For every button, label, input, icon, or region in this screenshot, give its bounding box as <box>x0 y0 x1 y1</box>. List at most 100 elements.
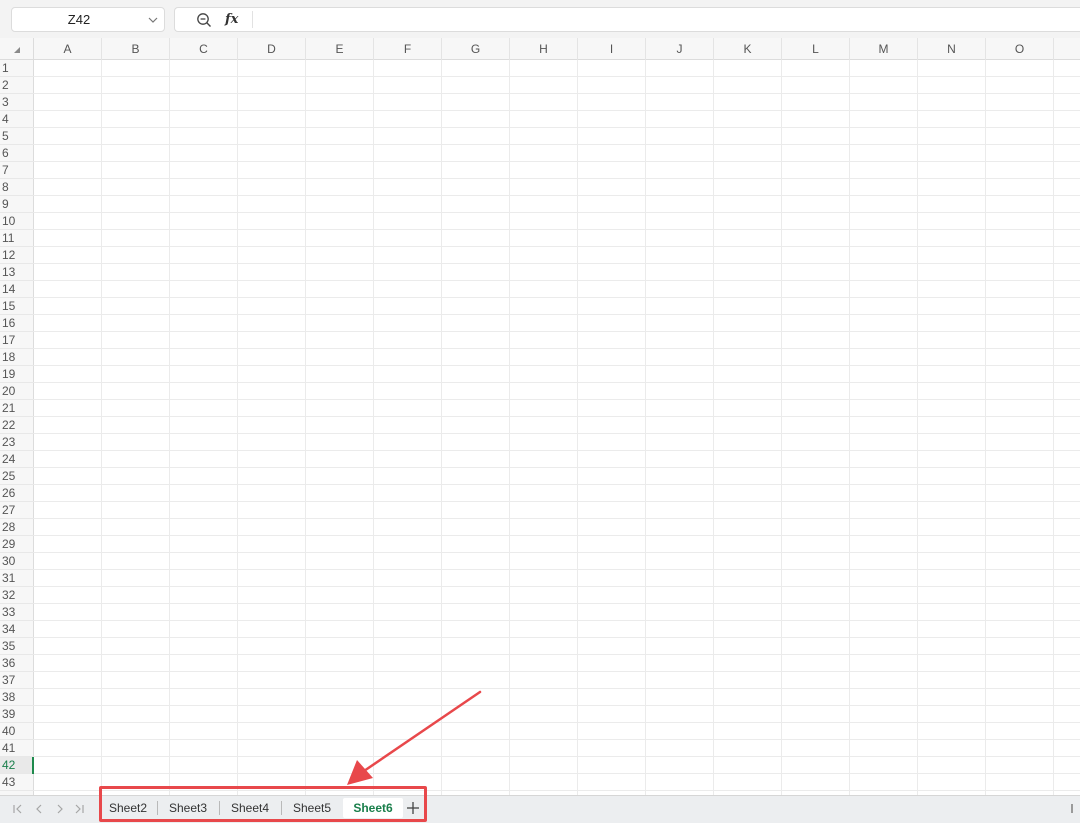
name-box[interactable]: Z42 <box>11 7 165 32</box>
column-headers: ABCDEFGHIJKLMNO <box>34 38 1080 60</box>
column-header-b[interactable]: B <box>102 38 170 60</box>
gridline-horizontal <box>34 348 1080 349</box>
row-header-5[interactable]: 5 <box>0 128 34 145</box>
gridline-horizontal <box>34 263 1080 264</box>
row-header-2[interactable]: 2 <box>0 77 34 94</box>
gridline-horizontal <box>34 280 1080 281</box>
row-header-4[interactable]: 4 <box>0 111 34 128</box>
row-header-1[interactable]: 1 <box>0 60 34 77</box>
row-header-24[interactable]: 24 <box>0 451 34 468</box>
row-header-22[interactable]: 22 <box>0 417 34 434</box>
tab-divider <box>281 801 282 815</box>
formula-divider <box>252 11 253 28</box>
column-header-d[interactable]: D <box>238 38 306 60</box>
row-header-43[interactable]: 43 <box>0 774 34 791</box>
row-header-23[interactable]: 23 <box>0 434 34 451</box>
row-header-21[interactable]: 21 <box>0 400 34 417</box>
row-header-6[interactable]: 6 <box>0 145 34 162</box>
row-header-15[interactable]: 15 <box>0 298 34 315</box>
row-header-7[interactable]: 7 <box>0 162 34 179</box>
column-header-o[interactable]: O <box>986 38 1054 60</box>
row-header-10[interactable]: 10 <box>0 213 34 230</box>
column-header-j[interactable]: J <box>646 38 714 60</box>
column-header-g[interactable]: G <box>442 38 510 60</box>
row-header-13[interactable]: 13 <box>0 264 34 281</box>
gridline-horizontal <box>34 705 1080 706</box>
row-header-31[interactable]: 31 <box>0 570 34 587</box>
zoom-out-icon[interactable] <box>196 12 212 28</box>
gridline-vertical <box>373 60 374 795</box>
column-header-m[interactable]: M <box>850 38 918 60</box>
column-header-c[interactable]: C <box>170 38 238 60</box>
sheet-tab-sheet3[interactable]: Sheet3 <box>159 798 217 818</box>
sheet-tab-sheet2[interactable]: Sheet2 <box>100 798 156 818</box>
row-header-14[interactable]: 14 <box>0 281 34 298</box>
column-header-a[interactable]: A <box>34 38 102 60</box>
column-header-l[interactable]: L <box>782 38 850 60</box>
gridline-horizontal <box>34 671 1080 672</box>
gridline-vertical <box>577 60 578 795</box>
row-header-39[interactable]: 39 <box>0 706 34 723</box>
formula-input[interactable] <box>259 10 1059 29</box>
row-header-32[interactable]: 32 <box>0 587 34 604</box>
row-header-11[interactable]: 11 <box>0 230 34 247</box>
column-header-f[interactable]: F <box>374 38 442 60</box>
first-sheet-icon[interactable] <box>11 802 25 816</box>
sheet-tab-sheet6[interactable]: Sheet6 <box>343 798 403 818</box>
chevron-down-icon[interactable] <box>146 13 160 27</box>
gridline-horizontal <box>34 76 1080 77</box>
row-header-35[interactable]: 35 <box>0 638 34 655</box>
row-header-34[interactable]: 34 <box>0 621 34 638</box>
row-header-12[interactable]: 12 <box>0 247 34 264</box>
plus-icon[interactable] <box>406 801 420 815</box>
row-header-29[interactable]: 29 <box>0 536 34 553</box>
gridline-vertical <box>169 60 170 795</box>
gridline-vertical <box>1053 60 1054 795</box>
row-header-16[interactable]: 16 <box>0 315 34 332</box>
column-header-i[interactable]: I <box>578 38 646 60</box>
row-header-8[interactable]: 8 <box>0 179 34 196</box>
gridline-vertical <box>781 60 782 795</box>
gridline-horizontal <box>34 654 1080 655</box>
previous-sheet-icon[interactable] <box>32 802 46 816</box>
sheet-tab-sheet4[interactable]: Sheet4 <box>221 798 279 818</box>
column-header-h[interactable]: H <box>510 38 578 60</box>
column-header-k[interactable]: K <box>714 38 782 60</box>
row-header-41[interactable]: 41 <box>0 740 34 757</box>
row-header-3[interactable]: 3 <box>0 94 34 111</box>
row-header-33[interactable]: 33 <box>0 604 34 621</box>
gridline-horizontal <box>34 739 1080 740</box>
fx-icon[interactable]: fx <box>225 10 243 30</box>
column-header-e[interactable]: E <box>306 38 374 60</box>
row-header-37[interactable]: 37 <box>0 672 34 689</box>
next-sheet-icon[interactable] <box>53 802 67 816</box>
spreadsheet-grid: ABCDEFGHIJKLMNO 1 2 3 4 5 6 7 8 9 10 11 12 13 14 15 16 1… <box>0 38 1080 795</box>
row-header-26[interactable]: 26 <box>0 485 34 502</box>
row-header-38[interactable]: 38 <box>0 689 34 706</box>
cell-area[interactable] <box>34 60 1080 795</box>
row-header-19[interactable]: 19 <box>0 366 34 383</box>
gridline-vertical <box>849 60 850 795</box>
last-sheet-icon[interactable] <box>72 802 86 816</box>
row-header-9[interactable]: 9 <box>0 196 34 213</box>
row-header-28[interactable]: 28 <box>0 519 34 536</box>
row-header-30[interactable]: 30 <box>0 553 34 570</box>
gridline-horizontal <box>34 178 1080 179</box>
sheet-tab-sheet5[interactable]: Sheet5 <box>283 798 341 818</box>
gridline-horizontal <box>34 110 1080 111</box>
column-header-n[interactable]: N <box>918 38 986 60</box>
select-all-button[interactable] <box>0 38 34 60</box>
row-header-27[interactable]: 27 <box>0 502 34 519</box>
name-box-value[interactable]: Z42 <box>12 8 146 31</box>
tab-scroll-grip[interactable] <box>1071 804 1073 813</box>
row-header-18[interactable]: 18 <box>0 349 34 366</box>
row-header-20[interactable]: 20 <box>0 383 34 400</box>
row-header-17[interactable]: 17 <box>0 332 34 349</box>
row-header-40[interactable]: 40 <box>0 723 34 740</box>
row-header-25[interactable]: 25 <box>0 468 34 485</box>
row-headers: 1 2 3 4 5 6 7 8 9 10 11 12 13 14 15 16 17 18 19 20 21 22 23 24 2… <box>0 60 34 795</box>
row-header-36[interactable]: 36 <box>0 655 34 672</box>
gridline-horizontal <box>34 144 1080 145</box>
gridline-horizontal <box>34 450 1080 451</box>
row-header-42[interactable]: 42 <box>0 757 34 774</box>
